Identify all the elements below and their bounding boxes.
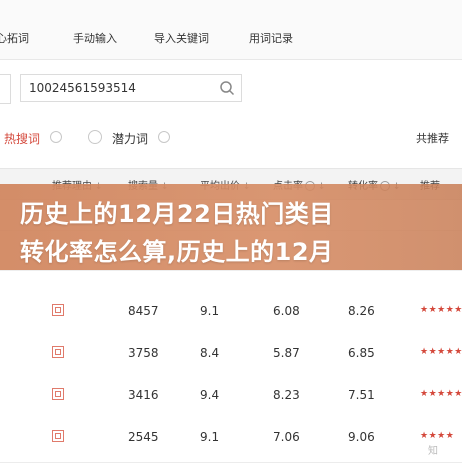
filter-row: 热搜词 潜力词 共推荐	[0, 124, 462, 150]
search-volume: 3758	[128, 346, 159, 360]
search-volume: 8457	[128, 304, 159, 318]
filter-potential-words-label[interactable]: 潜力词	[112, 130, 148, 147]
avg-bid: 9.4	[200, 388, 220, 402]
tab-expand-words[interactable]: 心拓词	[0, 30, 29, 46]
search-volume: 2545	[128, 430, 159, 444]
conversion-rate: 6.85	[348, 346, 375, 360]
row-divider	[0, 270, 462, 271]
tab-manual-input[interactable]: 手动输入	[73, 30, 117, 46]
table-row[interactable]: 2545 9.1 7.06 9.06 ★★★★	[0, 414, 462, 463]
click-rate: 8.23	[273, 388, 300, 402]
filter-potential-words-radio[interactable]	[88, 130, 102, 144]
recommend-count: 共推荐	[416, 132, 449, 145]
conversion-rate: 8.26	[348, 304, 375, 318]
keyword-icon[interactable]	[52, 388, 64, 400]
keyword-icon[interactable]	[52, 304, 64, 316]
keyword-icon[interactable]	[52, 346, 64, 358]
conversion-rate: 9.06	[348, 430, 375, 444]
avg-bid: 9.1	[200, 430, 220, 444]
search-icon[interactable]	[219, 80, 235, 96]
type-select[interactable]	[0, 74, 11, 104]
recommend-stars: ★★★★★	[420, 305, 462, 315]
click-rate: 5.87	[273, 346, 300, 360]
search-volume: 3416	[128, 388, 159, 402]
conversion-rate: 7.51	[348, 388, 375, 402]
tab-word-history[interactable]: 用词记录	[249, 30, 293, 46]
recommend-stars: ★★★★★	[420, 389, 462, 399]
help-icon[interactable]	[158, 131, 170, 143]
banner-title-line-1: 历史上的12月22日热门类目	[20, 200, 334, 228]
search-input-value: 10024561593514	[29, 81, 136, 95]
tab-import-keywords[interactable]: 导入关键词	[154, 30, 209, 46]
filter-hot-words-label[interactable]: 热搜词	[4, 130, 40, 147]
keyword-icon[interactable]	[52, 430, 64, 442]
avg-bid: 9.1	[200, 304, 220, 318]
tab-bar: 心拓词 手动输入 导入关键词 用词记录	[0, 0, 462, 60]
click-rate: 7.06	[273, 430, 300, 444]
watermark-text: 知	[428, 446, 438, 457]
help-icon[interactable]	[50, 131, 62, 143]
tab-divider	[0, 59, 462, 60]
click-rate: 6.08	[273, 304, 300, 318]
search-input[interactable]: 10024561593514	[20, 74, 242, 102]
recommend-stars: ★★★★	[420, 431, 455, 441]
avg-bid: 8.4	[200, 346, 220, 360]
banner-title-line-2: 转化率怎么算,历史上的12月	[20, 238, 334, 266]
recommend-stars: ★★★★★	[420, 347, 462, 357]
